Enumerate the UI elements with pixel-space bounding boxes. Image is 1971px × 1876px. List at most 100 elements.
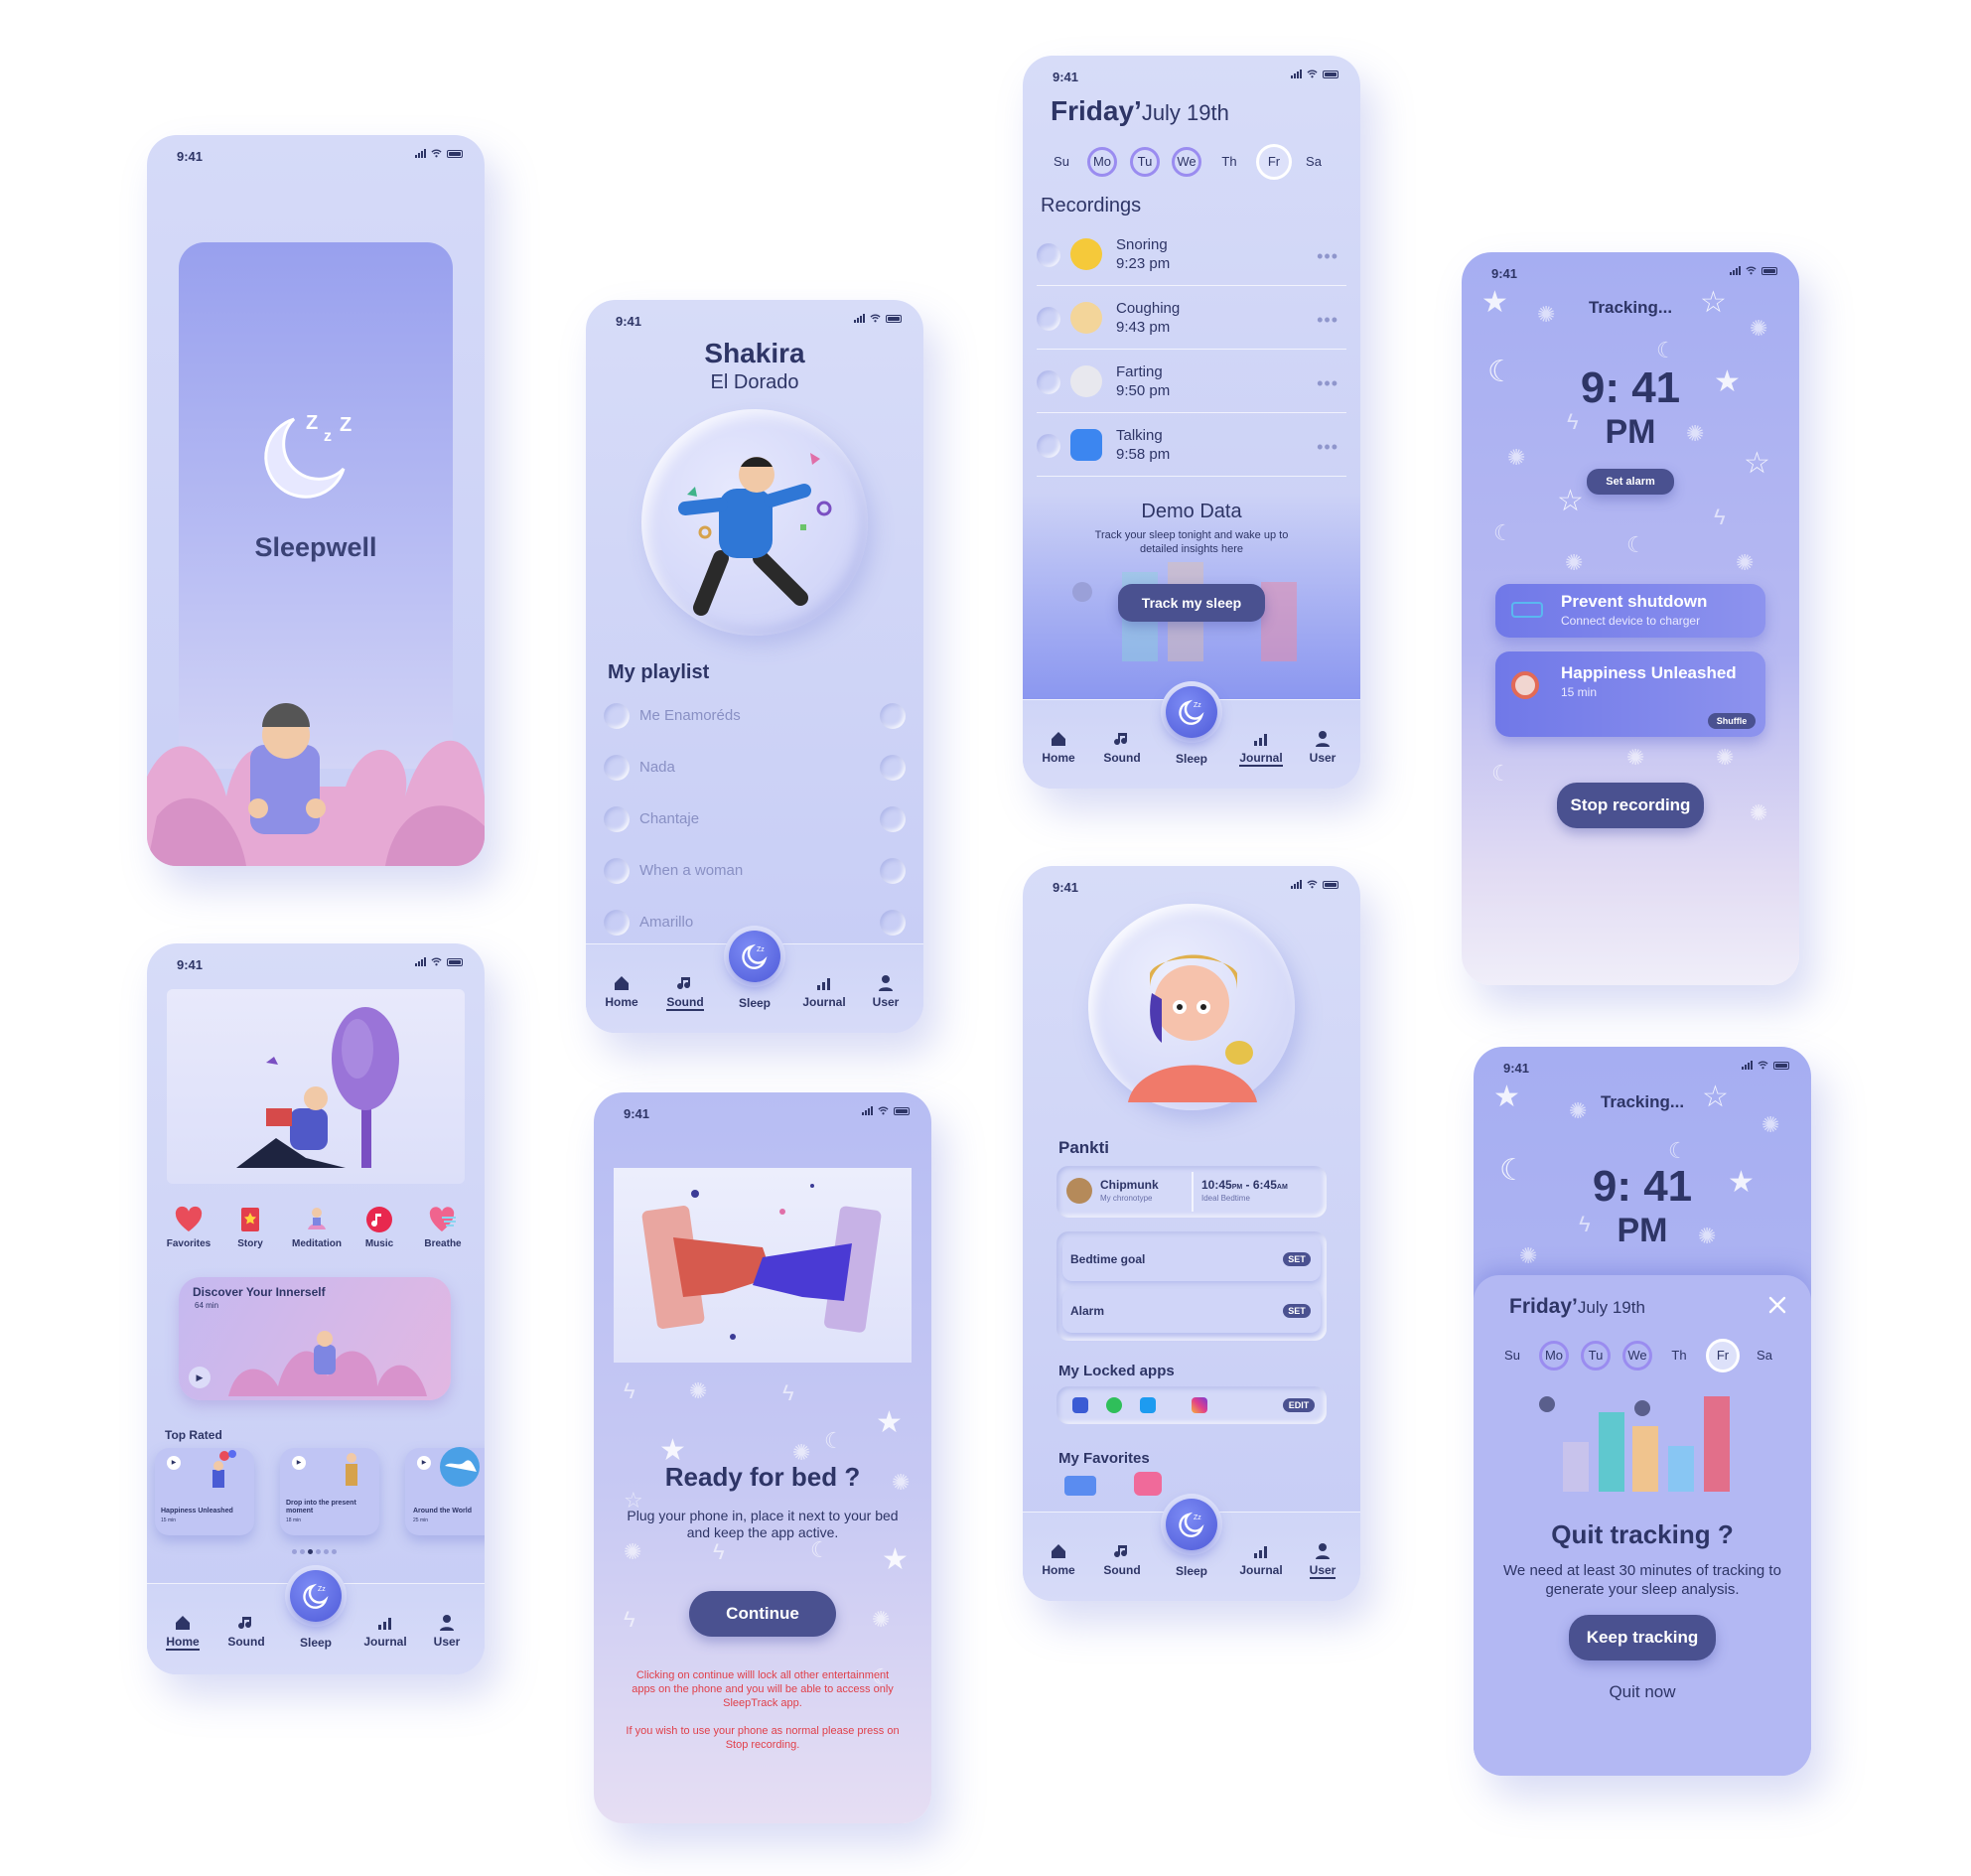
track-radio[interactable]: [604, 910, 630, 936]
day-fr[interactable]: Fr: [1256, 144, 1292, 180]
day-we[interactable]: We: [1622, 1341, 1652, 1371]
nav-sound[interactable]: Sound: [1094, 730, 1150, 765]
nav-sleep-button[interactable]: Zz: [1166, 686, 1217, 738]
prevent-shutdown-card[interactable]: Prevent shutdown Connect device to charg…: [1495, 584, 1765, 638]
day-su[interactable]: Su: [1047, 147, 1076, 177]
nav-sleep-button[interactable]: Zz: [729, 931, 780, 982]
track-radio[interactable]: [604, 703, 630, 729]
day-th[interactable]: Th: [1664, 1341, 1694, 1371]
recording-item[interactable]: Coughing 9:43 pm •••: [1037, 288, 1346, 350]
track-toggle[interactable]: [880, 755, 906, 781]
nav-journal[interactable]: Journal: [1233, 1542, 1289, 1577]
nav-user[interactable]: User: [1295, 1542, 1350, 1579]
favorite-item-icon[interactable]: [1134, 1472, 1162, 1496]
day-sa[interactable]: Sa: [1750, 1341, 1779, 1371]
nav-sleep-button[interactable]: Zz: [290, 1570, 342, 1622]
bedtime-goal-set-button[interactable]: SET: [1283, 1252, 1311, 1266]
avatar[interactable]: [1088, 904, 1295, 1110]
stop-recording-button[interactable]: Stop recording: [1557, 783, 1704, 828]
keep-tracking-button[interactable]: Keep tracking: [1569, 1615, 1716, 1660]
battery-charge-icon: [1511, 602, 1543, 618]
alarm-set-button[interactable]: SET: [1283, 1304, 1311, 1318]
card-title: Around the World: [413, 1508, 472, 1515]
nav-user[interactable]: User: [858, 974, 914, 1009]
recording-checkbox[interactable]: [1037, 370, 1060, 394]
status-bar: 9:41: [586, 300, 923, 340]
recording-item[interactable]: Talking 9:58 pm •••: [1037, 415, 1346, 477]
playlist-item[interactable]: Chantaje: [604, 796, 906, 836]
top-rated-card[interactable]: ▶ Around the World 25 min: [405, 1447, 485, 1535]
nav-sound[interactable]: Sound: [657, 974, 713, 1011]
category-story[interactable]: Story: [218, 1206, 282, 1249]
playlist-item[interactable]: Me Enamoréds: [604, 693, 906, 733]
category-favorites[interactable]: Favorites: [157, 1206, 220, 1249]
playlist-item[interactable]: Nada: [604, 745, 906, 785]
track-name: When a woman: [639, 862, 744, 879]
now-playing-card[interactable]: Happiness Unleashed 15 min Shuffle: [1495, 651, 1765, 737]
day-tu[interactable]: Tu: [1581, 1341, 1611, 1371]
top-rated-card[interactable]: ▶ Drop into the present moment 18 min: [280, 1448, 379, 1535]
quit-now-link[interactable]: Quit now: [1474, 1682, 1811, 1702]
recording-checkbox[interactable]: [1037, 243, 1060, 267]
shuffle-button[interactable]: Shuffle: [1708, 713, 1756, 729]
recording-item[interactable]: Snoring 9:23 pm •••: [1037, 224, 1346, 286]
more-icon[interactable]: •••: [1317, 246, 1338, 267]
category-breathe[interactable]: Breathe: [411, 1206, 475, 1249]
bedtime-goal-row[interactable]: Bedtime goal SET: [1062, 1237, 1321, 1281]
track-radio[interactable]: [604, 858, 630, 884]
recording-checkbox[interactable]: [1037, 434, 1060, 458]
nav-home[interactable]: Home: [155, 1614, 211, 1651]
alarm-row[interactable]: Alarm SET: [1062, 1289, 1321, 1333]
day-th[interactable]: Th: [1214, 147, 1244, 177]
set-alarm-button[interactable]: Set alarm: [1587, 469, 1674, 495]
day-fr[interactable]: Fr: [1706, 1339, 1740, 1372]
discover-card[interactable]: Discover Your Innerself 64 min ▶: [179, 1277, 451, 1400]
recording-checkbox[interactable]: [1037, 307, 1060, 331]
day-su[interactable]: Su: [1497, 1341, 1527, 1371]
track-name: Amarillo: [639, 914, 694, 931]
nav-user[interactable]: User: [419, 1614, 475, 1649]
favorite-item-icon[interactable]: [1064, 1476, 1096, 1496]
more-icon[interactable]: •••: [1317, 437, 1338, 458]
status-bar: 9:41: [147, 943, 485, 983]
nav-sleep-button[interactable]: Zz: [1166, 1499, 1217, 1550]
day-mo[interactable]: Mo: [1087, 147, 1117, 177]
carousel-dots[interactable]: [292, 1549, 337, 1554]
track-toggle[interactable]: [880, 806, 906, 832]
continue-button[interactable]: Continue: [689, 1591, 836, 1637]
recording-item[interactable]: Farting 9:50 pm •••: [1037, 352, 1346, 413]
day-we[interactable]: We: [1172, 147, 1201, 177]
track-toggle[interactable]: [880, 910, 906, 936]
category-music[interactable]: Music: [348, 1206, 411, 1249]
chronotype-card[interactable]: Chipmunk My chronotype 10:45PM - 6:45AM …: [1056, 1166, 1327, 1218]
top-rated-card[interactable]: ▶ Happiness Unleashed 15 min: [155, 1448, 254, 1535]
day-sa[interactable]: Sa: [1299, 147, 1329, 177]
nav-journal[interactable]: Journal: [357, 1614, 413, 1649]
track-radio[interactable]: [604, 755, 630, 781]
playlist-item[interactable]: When a woman: [604, 848, 906, 888]
nav-journal[interactable]: Journal: [796, 974, 852, 1009]
home-icon: [615, 976, 629, 990]
nav-home[interactable]: Home: [1031, 1542, 1086, 1577]
nav-user[interactable]: User: [1295, 730, 1350, 765]
locked-apps-card[interactable]: EDIT: [1056, 1386, 1327, 1424]
track-toggle[interactable]: [880, 703, 906, 729]
chart-bar: [1563, 1442, 1589, 1492]
nav-home[interactable]: Home: [594, 974, 649, 1009]
day-tu[interactable]: Tu: [1130, 147, 1160, 177]
recordings-title: Recordings: [1041, 195, 1142, 216]
close-button[interactable]: [1765, 1293, 1789, 1317]
nav-home[interactable]: Home: [1031, 730, 1086, 765]
nav-sound[interactable]: Sound: [1094, 1542, 1150, 1577]
category-meditation[interactable]: Meditation: [280, 1206, 353, 1249]
more-icon[interactable]: •••: [1317, 310, 1338, 331]
track-radio[interactable]: [604, 806, 630, 832]
day-mo[interactable]: Mo: [1539, 1341, 1569, 1371]
play-button[interactable]: ▶: [189, 1367, 211, 1388]
track-sleep-button[interactable]: Track my sleep: [1118, 584, 1265, 622]
track-toggle[interactable]: [880, 858, 906, 884]
nav-journal[interactable]: Journal: [1233, 730, 1289, 767]
more-icon[interactable]: •••: [1317, 373, 1338, 394]
nav-sound[interactable]: Sound: [218, 1614, 274, 1649]
locked-apps-edit-button[interactable]: EDIT: [1283, 1398, 1315, 1412]
